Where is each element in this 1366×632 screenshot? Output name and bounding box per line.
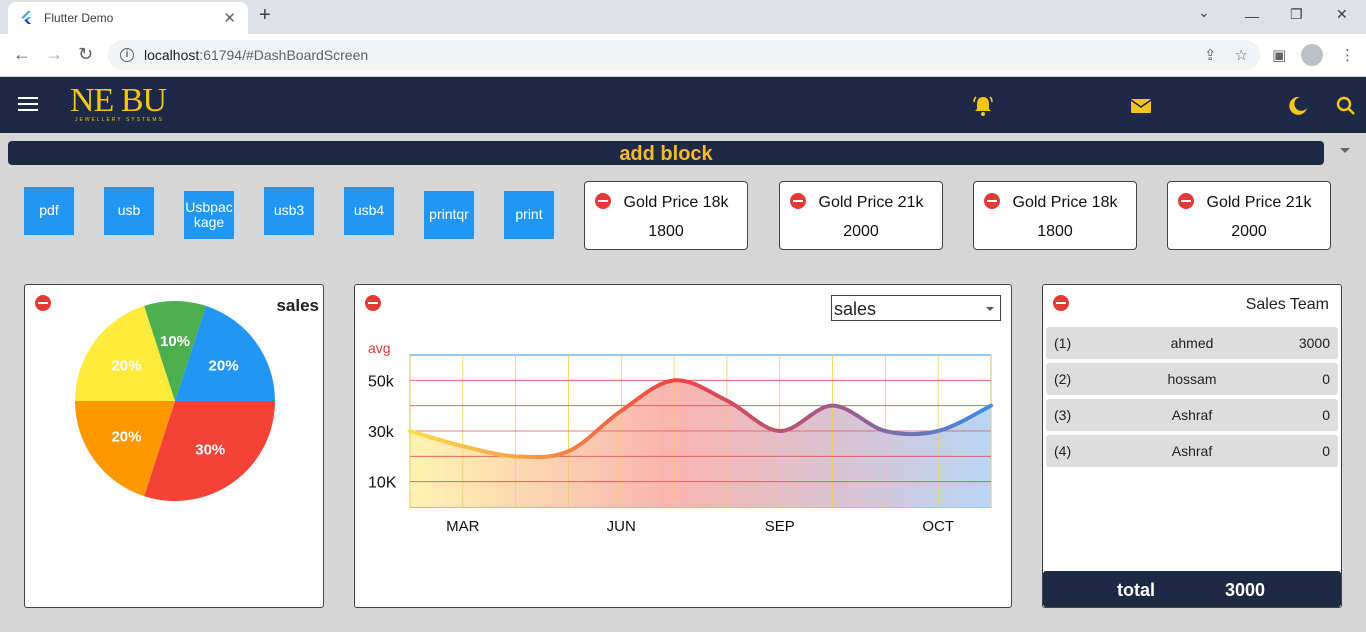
team-total-value: 3000 — [1225, 580, 1266, 600]
site-info-icon[interactable]: i — [120, 48, 134, 62]
pie-chart: 20% 30% 20% 20% 10% — [75, 301, 275, 501]
profile-avatar[interactable] — [1301, 44, 1323, 66]
team-row-name: hossam — [1167, 371, 1217, 387]
price-card-value: 2000 — [843, 223, 879, 240]
address-bar[interactable]: i localhost:61794/#DashBoardScreen ⇪ ☆ — [108, 40, 1260, 70]
team-total-bar: total 3000 — [1043, 571, 1341, 607]
forward-icon[interactable]: → — [45, 44, 63, 65]
team-row[interactable]: (2) hossam 0 — [1046, 363, 1338, 395]
price-card: Gold Price 18k 1800 — [973, 181, 1137, 250]
side-panel-icon[interactable]: ▣ — [1272, 46, 1286, 64]
y-axis-label: avg — [368, 340, 391, 356]
mail-icon[interactable] — [1129, 94, 1153, 118]
share-icon[interactable]: ⇪ — [1204, 46, 1217, 64]
chart-metric-dropdown[interactable]: sales — [831, 295, 1001, 321]
dropdown-selected-value: sales — [834, 299, 877, 319]
team-row-name: Ashraf — [1171, 407, 1213, 423]
team-row-amount: 0 — [1322, 371, 1330, 387]
x-tick-label: MAR — [446, 518, 480, 535]
usb-button[interactable]: usb — [104, 187, 154, 235]
team-row-amount: 0 — [1322, 443, 1330, 459]
price-card-title: Gold Price 21k — [818, 194, 924, 211]
nebu-logo: NE BU — [70, 82, 167, 119]
add-block-button[interactable]: add block — [8, 141, 1324, 165]
pie-slice-label: 30% — [195, 442, 225, 459]
pie-slice-label: 20% — [111, 428, 141, 445]
nebu-logo-tagline: JEWELLERY SYSTEMS — [75, 117, 164, 123]
maximize-icon[interactable]: ❐ — [1290, 6, 1303, 23]
bookmark-star-icon[interactable]: ☆ — [1235, 46, 1248, 64]
team-row[interactable]: (3) Ashraf 0 — [1046, 399, 1338, 431]
team-row[interactable]: (4) Ashraf 0 — [1046, 435, 1338, 467]
pdf-button[interactable]: pdf — [24, 187, 74, 235]
pie-slice-label: 10% — [160, 333, 190, 350]
minimize-icon[interactable]: — — [1245, 8, 1259, 24]
reload-icon[interactable]: ↻ — [78, 44, 93, 65]
price-card-value: 2000 — [1231, 223, 1267, 240]
notification-bell-icon[interactable] — [971, 94, 995, 118]
x-tick-label: JUN — [607, 518, 636, 535]
print-button[interactable]: print — [504, 191, 554, 239]
tab-close-icon[interactable]: ✕ — [223, 9, 236, 27]
back-icon[interactable]: ← — [13, 44, 31, 65]
new-tab-icon[interactable]: + — [259, 4, 271, 27]
add-block-dropdown-arrow-icon[interactable] — [1340, 148, 1350, 153]
browser-toolbar: ← → ↻ i localhost:61794/#DashBoardScreen… — [0, 34, 1366, 77]
usbpackage-button[interactable]: Usbpackage — [184, 191, 234, 239]
hamburger-menu-icon[interactable] — [18, 97, 38, 111]
x-tick-label: SEP — [765, 518, 795, 535]
url-path: :61794/#DashBoardScreen — [199, 47, 369, 63]
pie-chart-panel: sales 20% 30% 20% 20% 10% — [24, 284, 324, 608]
sales-team-panel: Sales Team (1) ahmed 3000 (2) hossam 0 (… — [1042, 284, 1342, 608]
dark-mode-moon-icon[interactable] — [1286, 94, 1310, 118]
team-row-amount: 0 — [1322, 407, 1330, 423]
price-card-title: Gold Price 21k — [1206, 194, 1312, 211]
price-card-value: 1800 — [648, 223, 684, 240]
y-tick-label: 10K — [368, 475, 397, 492]
price-card-title: Gold Price 18k — [1012, 194, 1118, 211]
team-total-label: total — [1117, 580, 1155, 600]
line-chart-panel: sales avg 10K 30k 50k MAR JUN SEP OCT — [354, 284, 1012, 608]
x-tick-label: OCT — [922, 518, 954, 535]
y-tick-label: 30k — [368, 424, 395, 441]
tab-title: Flutter Demo — [44, 11, 114, 25]
dropdown-caret-icon — [986, 307, 994, 311]
team-row-amount: 3000 — [1298, 335, 1330, 351]
window-close-icon[interactable]: ✕ — [1336, 6, 1348, 23]
url-host: localhost — [144, 47, 200, 63]
price-card: Gold Price 18k 1800 — [584, 181, 748, 250]
pie-chart-title: sales — [276, 296, 319, 315]
price-card: Gold Price 21k 2000 — [779, 181, 943, 250]
flutter-logo-icon — [21, 11, 31, 24]
team-row-name: Ashraf — [1171, 443, 1213, 459]
remove-block-icon[interactable] — [365, 295, 381, 311]
line-chart: avg 10K 30k 50k MAR JUN SEP OCT — [368, 340, 993, 535]
price-card-value: 1800 — [1037, 223, 1073, 240]
sales-team-title: Sales Team — [1245, 296, 1329, 313]
price-card: Gold Price 21k 2000 — [1167, 181, 1331, 250]
chrome-menu-icon[interactable]: ⋮ — [1340, 46, 1355, 64]
browser-tab-bar: Flutter Demo ✕ + ⌄ — ❐ ✕ — [0, 0, 1366, 34]
printqr-button[interactable]: printqr — [424, 191, 474, 239]
team-row-name: ahmed — [1170, 335, 1214, 351]
remove-block-icon[interactable] — [35, 295, 51, 311]
usb4-button[interactable]: usb4 — [344, 187, 394, 235]
search-icon[interactable] — [1334, 94, 1358, 118]
y-tick-label: 50k — [368, 373, 395, 390]
remove-block-icon[interactable] — [1053, 295, 1069, 311]
price-card-title: Gold Price 18k — [623, 194, 729, 211]
pie-slice-label: 20% — [111, 358, 141, 375]
pie-slice-label: 20% — [209, 358, 239, 375]
usb3-button[interactable]: usb3 — [264, 187, 314, 235]
team-row[interactable]: (1) ahmed 3000 — [1046, 327, 1338, 359]
browser-tab[interactable]: Flutter Demo ✕ — [8, 2, 248, 34]
tab-search-chevron-icon[interactable]: ⌄ — [1198, 4, 1210, 21]
app-header — [0, 77, 1366, 133]
